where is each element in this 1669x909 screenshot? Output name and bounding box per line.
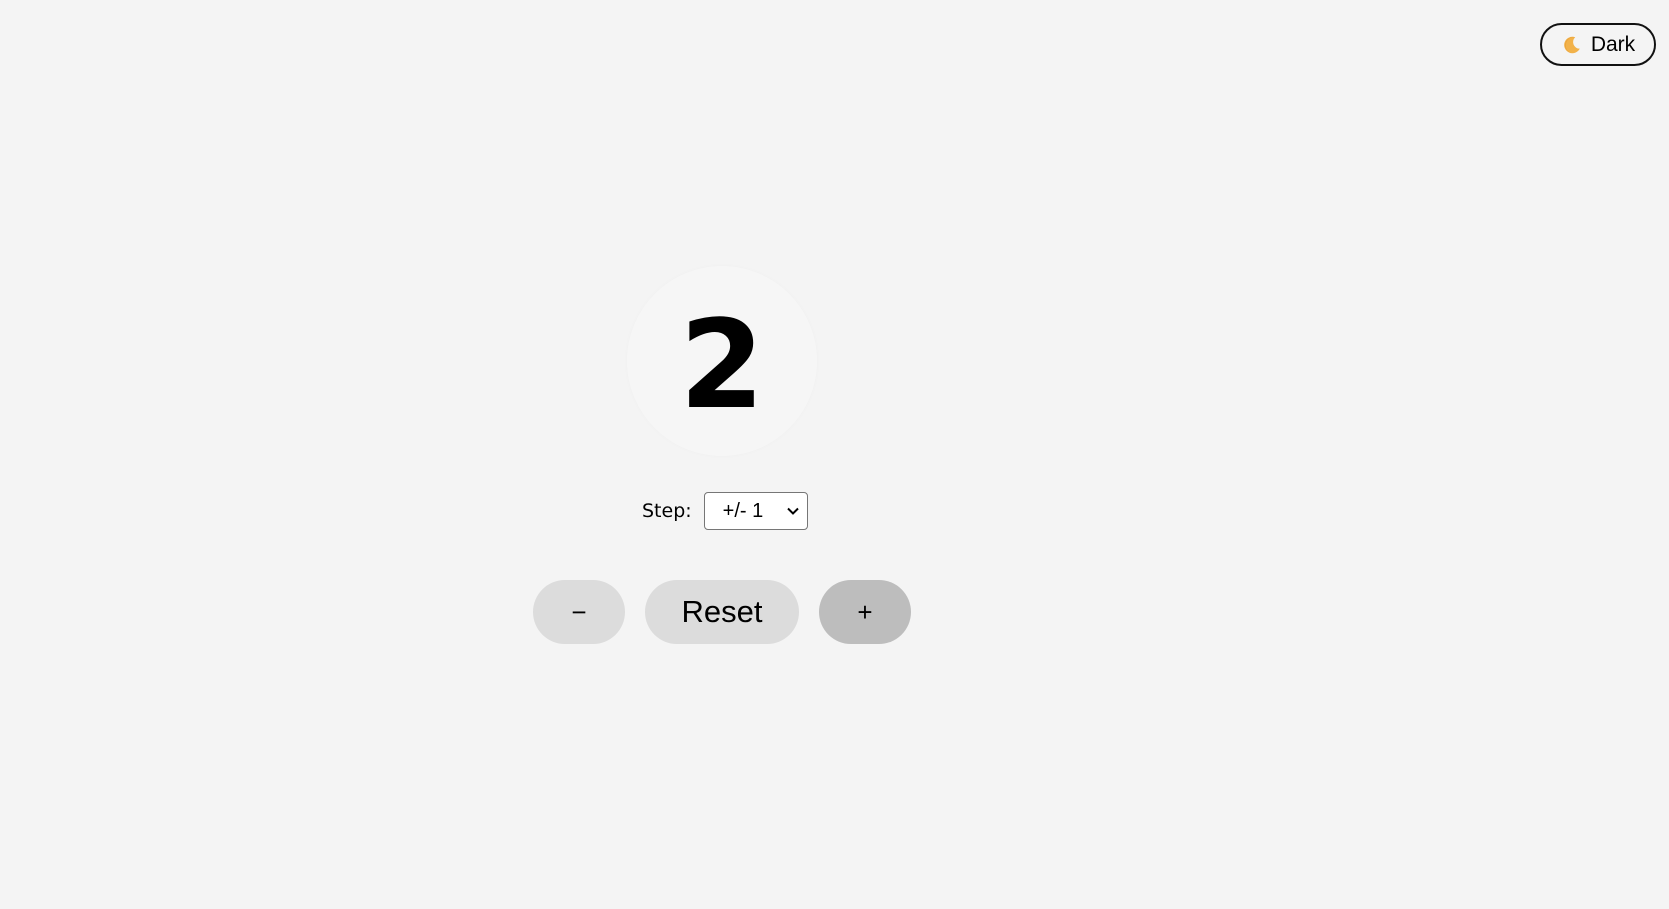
- increment-button[interactable]: +: [819, 580, 911, 644]
- chevron-down-icon: [786, 507, 799, 515]
- reset-button[interactable]: Reset: [645, 580, 799, 644]
- step-select-value: +/- 1: [722, 499, 764, 522]
- counter-display: 2: [627, 266, 817, 456]
- step-select[interactable]: +/- 1: [703, 492, 808, 530]
- counter-value: 2: [679, 294, 765, 436]
- moon-icon: [1563, 36, 1580, 53]
- decrement-button[interactable]: −: [533, 580, 625, 644]
- counter-page: Dark 2 Step: +/- 1 − Reset +: [0, 0, 1669, 909]
- step-row: Step: +/- 1: [642, 492, 808, 530]
- theme-toggle-label: Dark: [1590, 32, 1636, 56]
- step-label: Step:: [642, 500, 692, 522]
- theme-toggle-button[interactable]: Dark: [1540, 23, 1656, 66]
